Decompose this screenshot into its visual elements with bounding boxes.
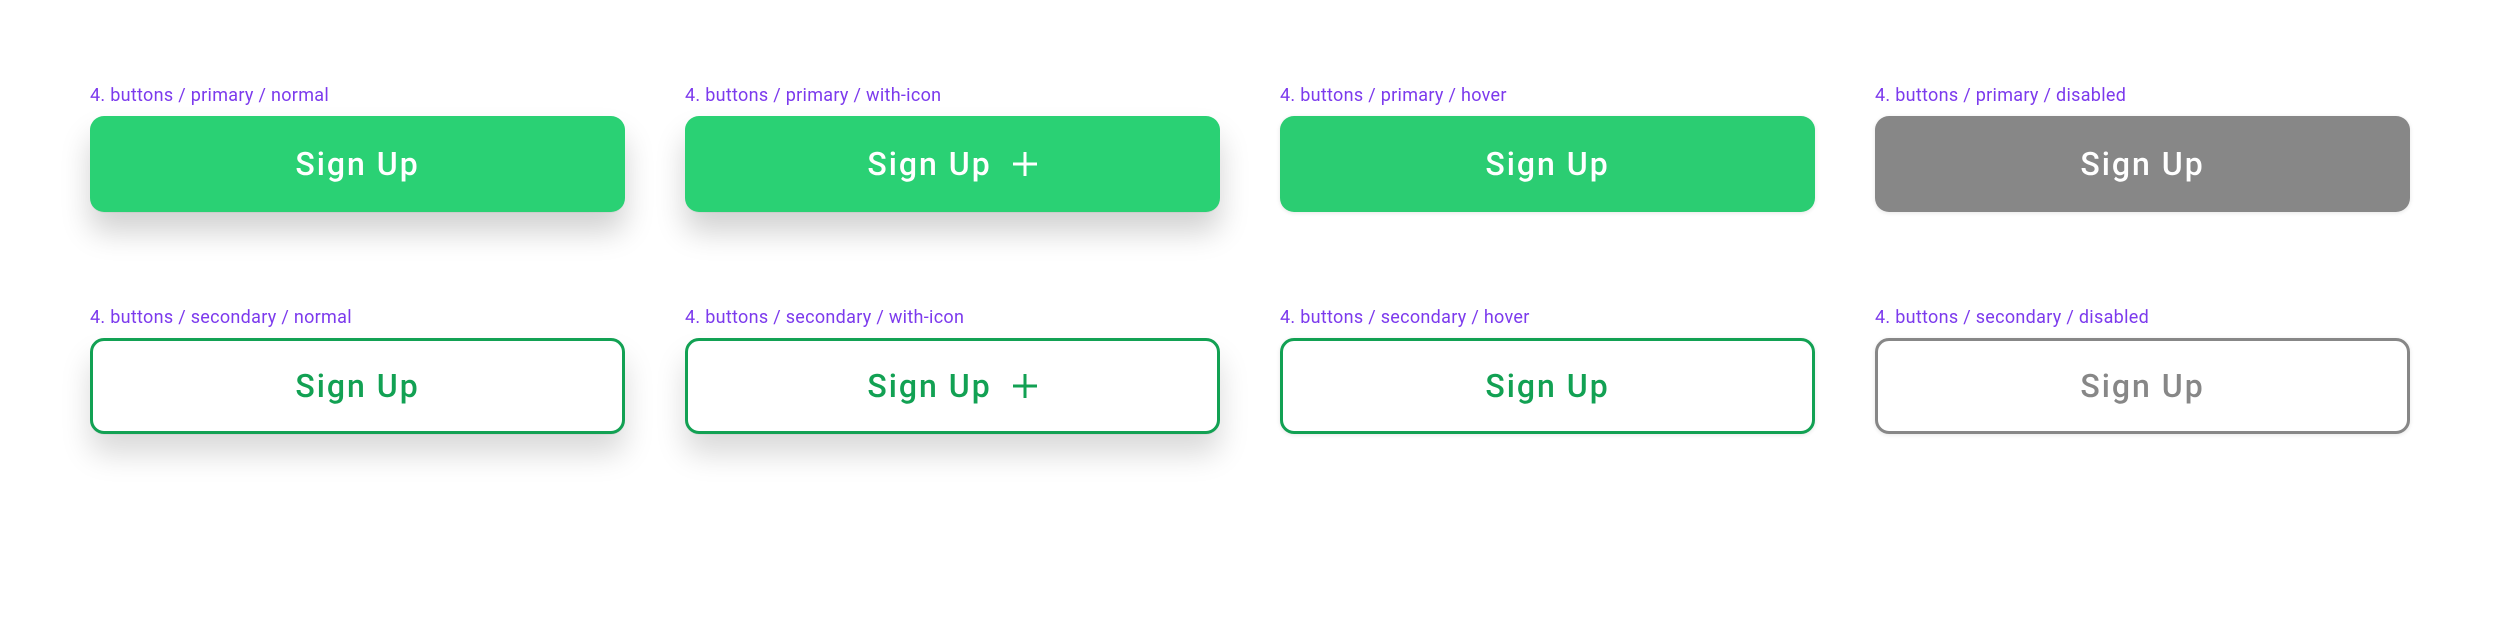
signup-button-secondary-with-icon[interactable]: Sign Up — [685, 338, 1220, 434]
variant-primary-normal: 4. buttons / primary / normal Sign Up — [90, 85, 625, 212]
variant-caption: 4. buttons / secondary / with-icon — [685, 307, 1220, 328]
button-label: Sign Up — [2080, 367, 2204, 405]
variant-caption: 4. buttons / secondary / normal — [90, 307, 625, 328]
variant-secondary-disabled: 4. buttons / secondary / disabled Sign U… — [1875, 307, 2410, 434]
button-label: Sign Up — [295, 367, 419, 405]
variant-primary-disabled: 4. buttons / primary / disabled Sign Up — [1875, 85, 2410, 212]
variant-primary-hover: 4. buttons / primary / hover Sign Up — [1280, 85, 1815, 212]
variant-secondary-normal: 4. buttons / secondary / normal Sign Up — [90, 307, 625, 434]
variant-secondary-hover: 4. buttons / secondary / hover Sign Up — [1280, 307, 1815, 434]
signup-button-secondary-hover[interactable]: Sign Up — [1280, 338, 1815, 434]
variant-caption: 4. buttons / primary / disabled — [1875, 85, 2410, 106]
button-label: Sign Up — [867, 145, 991, 183]
variant-caption: 4. buttons / secondary / disabled — [1875, 307, 2410, 328]
variant-caption: 4. buttons / primary / with-icon — [685, 85, 1220, 106]
button-label: Sign Up — [2080, 145, 2204, 183]
signup-button-primary-with-icon[interactable]: Sign Up — [685, 116, 1220, 212]
signup-button-secondary-disabled: Sign Up — [1875, 338, 2410, 434]
variant-caption: 4. buttons / secondary / hover — [1280, 307, 1815, 328]
button-label: Sign Up — [295, 145, 419, 183]
variant-caption: 4. buttons / primary / hover — [1280, 85, 1815, 106]
button-label: Sign Up — [867, 367, 991, 405]
button-variants-grid: 4. buttons / primary / normal Sign Up 4.… — [90, 85, 2410, 434]
variant-caption: 4. buttons / primary / normal — [90, 85, 625, 106]
variant-secondary-with-icon: 4. buttons / secondary / with-icon Sign … — [685, 307, 1220, 434]
signup-button-primary-normal[interactable]: Sign Up — [90, 116, 625, 212]
button-label: Sign Up — [1485, 367, 1609, 405]
signup-button-secondary-normal[interactable]: Sign Up — [90, 338, 625, 434]
plus-icon — [1012, 373, 1038, 399]
variant-primary-with-icon: 4. buttons / primary / with-icon Sign Up — [685, 85, 1220, 212]
signup-button-primary-disabled: Sign Up — [1875, 116, 2410, 212]
button-label: Sign Up — [1485, 145, 1609, 183]
plus-icon — [1012, 151, 1038, 177]
signup-button-primary-hover[interactable]: Sign Up — [1280, 116, 1815, 212]
